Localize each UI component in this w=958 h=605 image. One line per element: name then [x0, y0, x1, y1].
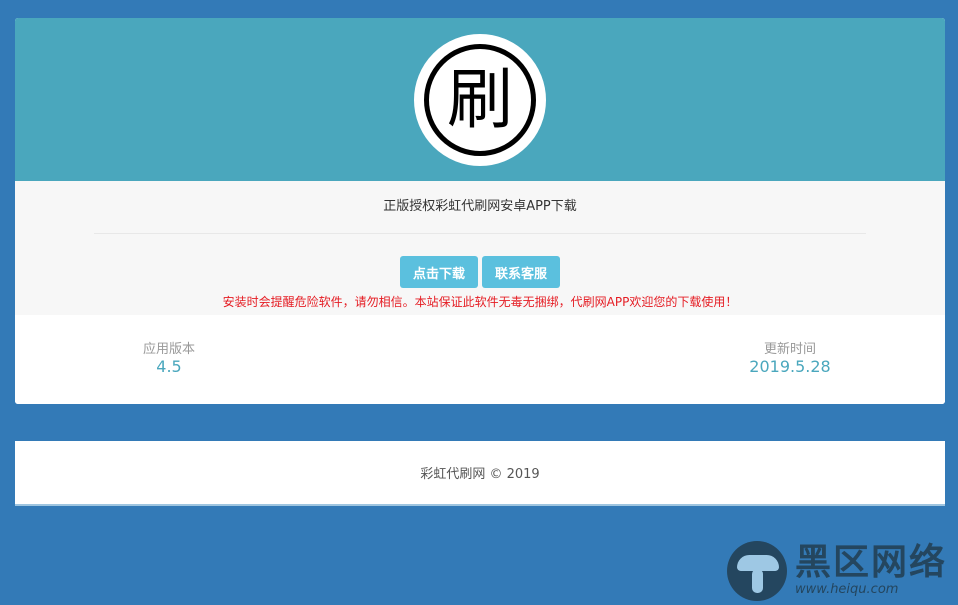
app-info-row: 应用版本 4.5 更新时间 2019.5.28: [15, 315, 945, 404]
app-download-card: 刷 正版授权彩虹代刷网安卓APP下载 点击下载 联系客服 安装时会提醒危险软件，…: [15, 18, 945, 404]
download-button[interactable]: 点击下载: [399, 256, 478, 288]
update-time-info: 更新时间 2019.5.28: [730, 342, 850, 376]
install-warning: 安装时会提醒危险软件，请勿相信。本站保证此软件无毒无捆绑，代刷网APP欢迎您的下…: [222, 295, 738, 309]
download-section: 正版授权彩虹代刷网安卓APP下载 点击下载 联系客服 安装时会提醒危险软件，请勿…: [15, 181, 945, 315]
watermark-text: 黑区网络 www.heiqu.com: [795, 541, 947, 601]
mushroom-logo-icon: [727, 541, 787, 601]
divider: [94, 233, 866, 234]
copyright-text: 彩虹代刷网 © 2019: [420, 467, 540, 482]
version-value: 4.5: [156, 357, 182, 376]
app-logo-glyph: 刷: [424, 43, 536, 156]
update-time-value: 2019.5.28: [749, 357, 831, 376]
contact-support-button[interactable]: 联系客服: [482, 256, 561, 288]
update-time-label: 更新时间: [763, 342, 816, 357]
version-info: 应用版本 4.5: [119, 342, 219, 376]
app-logo: 刷: [414, 33, 546, 166]
hero-banner: 刷: [15, 18, 945, 181]
watermark-title: 黑区网络: [795, 542, 948, 583]
watermark: 黑区网络 www.heiqu.com: [727, 541, 952, 601]
footer: 彩虹代刷网 © 2019: [15, 441, 945, 506]
watermark-url: www.heiqu.com: [795, 582, 899, 597]
app-title: 正版授权彩虹代刷网安卓APP下载: [383, 199, 577, 214]
version-label: 应用版本: [142, 342, 195, 357]
button-row: 点击下载 联系客服: [15, 256, 945, 288]
